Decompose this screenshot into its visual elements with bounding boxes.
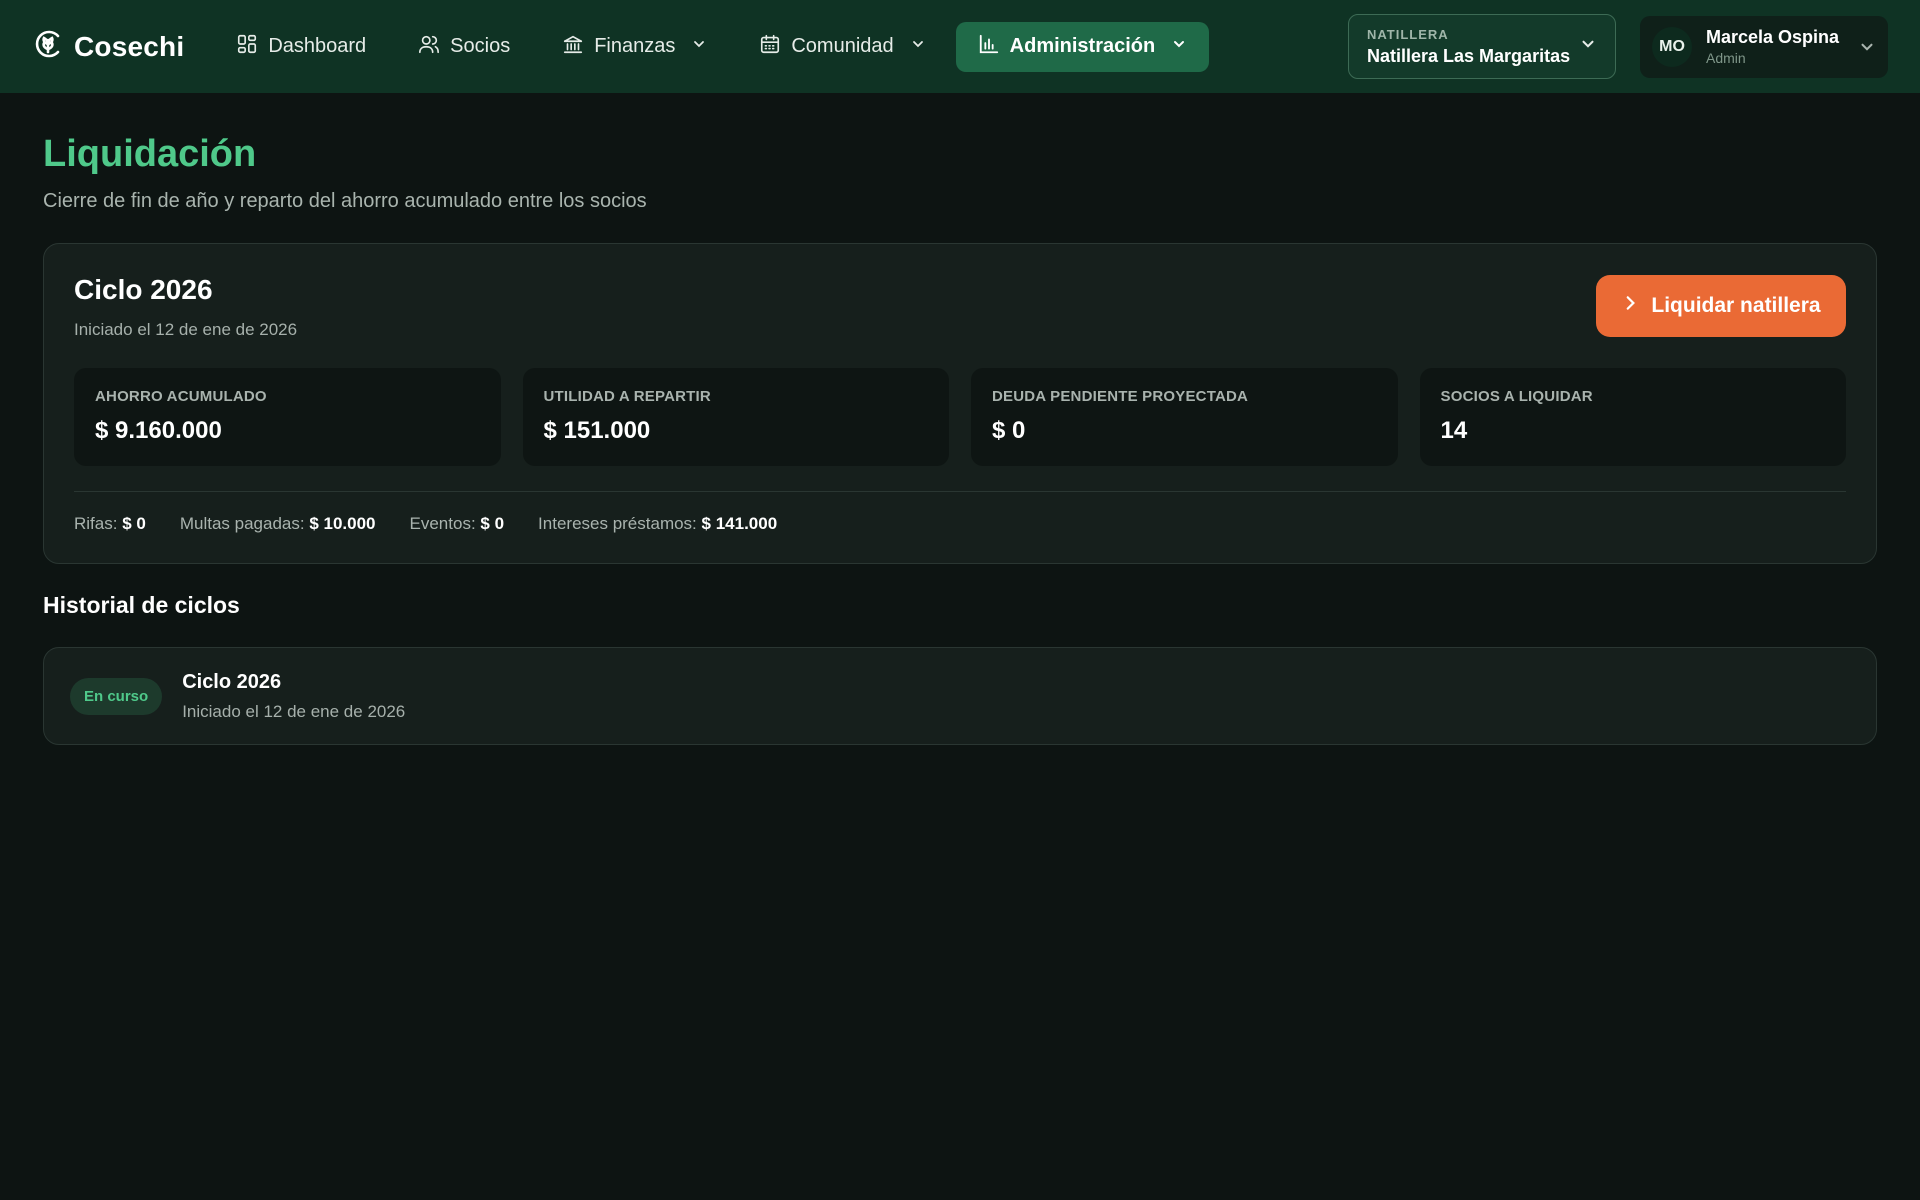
- history-section-title: Historial de ciclos: [43, 592, 240, 618]
- nav-item-label: Administración: [1009, 35, 1156, 57]
- nav-item-label: Socios: [450, 35, 511, 57]
- chevron-down-icon: [904, 35, 926, 58]
- stat-value: 14: [1440, 417, 1468, 444]
- breakdown-value: $ 10.000: [309, 514, 376, 533]
- breakdown-label: Rifas:: [74, 514, 118, 533]
- stat-value: $ 151.000: [543, 417, 651, 444]
- breakdown-label: Multas pagadas:: [179, 514, 305, 533]
- divider: [74, 491, 1846, 492]
- stat-label: SOCIOS A LIQUIDAR: [1440, 388, 1593, 405]
- brand-name: Cosechi: [74, 30, 185, 62]
- history-item-date: Iniciado el 12 de ene de 2026: [182, 701, 406, 721]
- nav-item-administracion[interactable]: Administración: [955, 21, 1210, 72]
- nav-item-label: Dashboard: [268, 35, 367, 57]
- user-menu[interactable]: MO Marcela Ospina Admin: [1640, 15, 1888, 78]
- brand[interactable]: Cosechi: [32, 28, 184, 65]
- page-subtitle: Cierre de fin de año y reparto del ahorr…: [43, 190, 647, 212]
- nav-item-dashboard[interactable]: Dashboard: [214, 22, 388, 72]
- page-title: Liquidación: [43, 133, 257, 175]
- stat-label: AHORRO ACUMULADO: [95, 388, 267, 405]
- breakdown-label: Eventos:: [409, 514, 476, 533]
- chevron-down-icon: [1858, 38, 1876, 56]
- stat-deuda-pendiente: DEUDA PENDIENTE PROYECTADA $ 0: [971, 368, 1398, 466]
- user-info: Marcela Ospina Admin: [1706, 27, 1839, 66]
- breakdown-value: $ 0: [122, 514, 146, 533]
- nav-item-label: Comunidad: [791, 35, 894, 57]
- breakdown-intereses: Intereses préstamos: $ 141.000: [538, 514, 777, 534]
- stat-label: DEUDA PENDIENTE PROYECTADA: [992, 388, 1249, 405]
- bank-icon: [562, 33, 584, 61]
- stat-value: $ 9.160.000: [95, 417, 222, 444]
- breakdown-rifas: Rifas: $ 0: [74, 514, 146, 534]
- stat-ahorro-acumulado: AHORRO ACUMULADO $ 9.160.000: [74, 368, 501, 466]
- chevron-down-icon: [1165, 35, 1187, 58]
- nav-item-socios[interactable]: Socios: [396, 22, 532, 72]
- chevron-down-icon: [1579, 35, 1597, 58]
- natillera-name: Natillera Las Margaritas: [1367, 45, 1571, 66]
- current-cycle-card: Ciclo 2026 Iniciado el 12 de ene de 2026…: [43, 243, 1877, 564]
- cycle-start-date: Iniciado el 12 de ene de 2026: [74, 320, 298, 339]
- nav-item-finanzas[interactable]: Finanzas: [540, 22, 729, 72]
- status-badge: En curso: [70, 677, 163, 715]
- dashboard-icon: [236, 33, 258, 61]
- main-content: Liquidación Cierre de fin de año y repar…: [0, 133, 1920, 745]
- users-icon: [418, 33, 440, 61]
- breakdown-value: $ 141.000: [701, 514, 778, 533]
- stat-socios-a-liquidar: SOCIOS A LIQUIDAR 14: [1419, 368, 1846, 466]
- breakdown-label: Intereses préstamos:: [538, 514, 697, 533]
- stat-label: UTILIDAD A REPARTIR: [543, 388, 711, 405]
- calendar-icon: [759, 33, 781, 61]
- stats-row: AHORRO ACUMULADO $ 9.160.000 UTILIDAD A …: [74, 368, 1846, 466]
- cycle-title: Ciclo 2026: [74, 274, 213, 305]
- top-navbar: Cosechi Dashboard Socios Finanzas Comuni…: [0, 0, 1920, 93]
- natillera-selector-text: NATILLERA Natillera Las Margaritas: [1367, 27, 1570, 67]
- avatar: MO: [1652, 26, 1692, 67]
- bar-chart-icon: [978, 33, 1000, 61]
- history-item-title: Ciclo 2026: [182, 670, 282, 693]
- liquidate-button[interactable]: Liquidar natillera: [1596, 275, 1846, 337]
- natillera-selector[interactable]: NATILLERA Natillera Las Margaritas: [1348, 14, 1616, 79]
- history-item[interactable]: En curso Ciclo 2026 Iniciado el 12 de en…: [43, 647, 1877, 745]
- chevron-right-icon: [1621, 294, 1639, 318]
- stat-value: $ 0: [992, 417, 1026, 444]
- income-breakdown: Rifas: $ 0 Multas pagadas: $ 10.000 Even…: [74, 514, 1846, 534]
- breakdown-multas: Multas pagadas: $ 10.000: [180, 514, 376, 534]
- history-item-text: Ciclo 2026 Iniciado el 12 de ene de 2026: [182, 671, 405, 722]
- breakdown-eventos: Eventos: $ 0: [410, 514, 505, 534]
- chevron-down-icon: [685, 35, 707, 58]
- liquidate-button-label: Liquidar natillera: [1651, 294, 1821, 317]
- main-nav: Dashboard Socios Finanzas Comunidad Admi…: [214, 21, 1210, 72]
- natillera-label: NATILLERA: [1367, 26, 1449, 42]
- user-name: Marcela Ospina: [1706, 27, 1840, 47]
- stat-utilidad-a-repartir: UTILIDAD A REPARTIR $ 151.000: [522, 368, 949, 466]
- nav-item-label: Finanzas: [594, 35, 676, 57]
- breakdown-value: $ 0: [480, 514, 505, 533]
- user-role: Admin: [1706, 50, 1746, 66]
- nav-item-comunidad[interactable]: Comunidad: [737, 22, 947, 72]
- wheat-logo-icon: [32, 28, 64, 65]
